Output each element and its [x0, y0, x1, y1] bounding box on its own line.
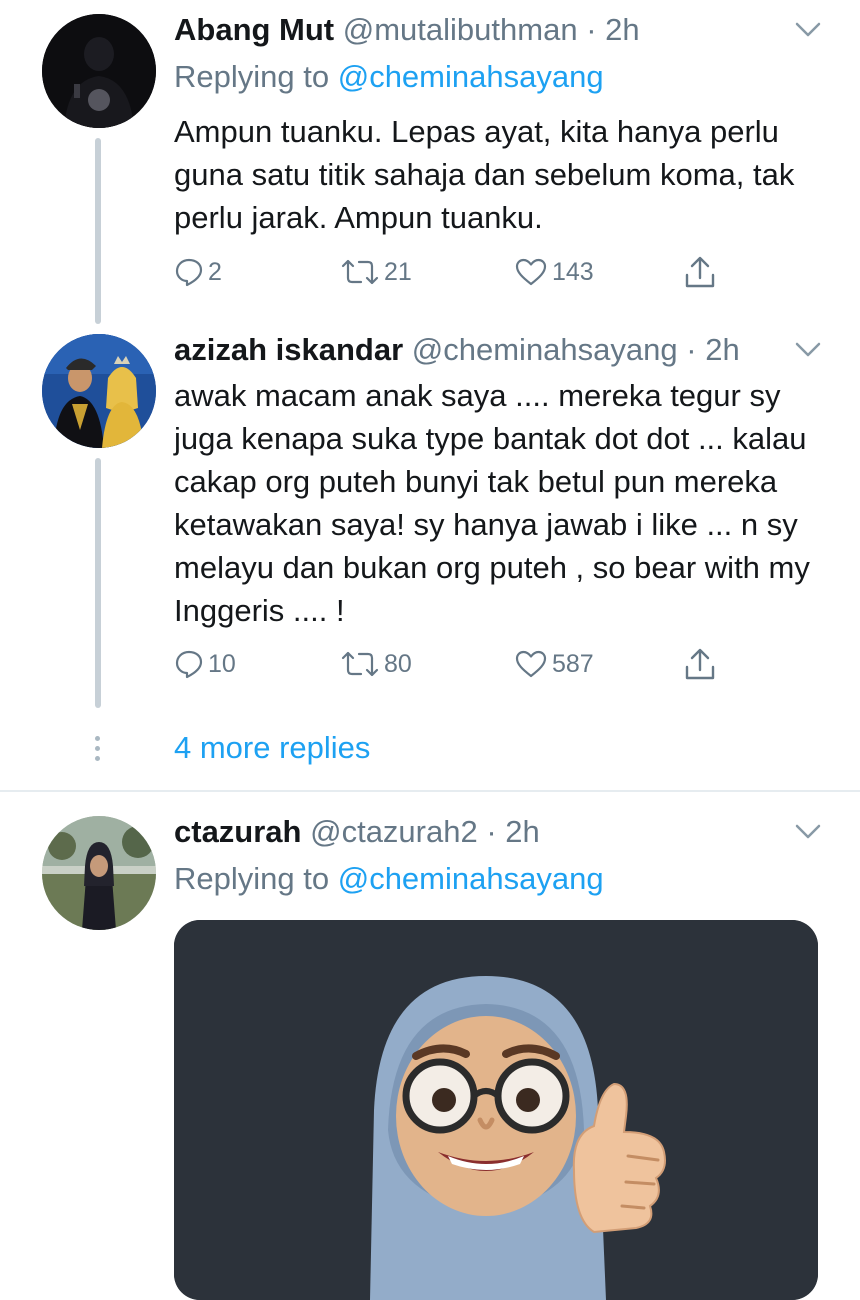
replying-to: Replying to @cheminahsayang	[174, 860, 604, 898]
replying-to-handle[interactable]: @cheminahsayang	[338, 861, 604, 896]
tweet-media-image[interactable]	[174, 920, 818, 1300]
retweet-count: 21	[384, 257, 412, 286]
handle[interactable]: @cheminahsayang	[412, 332, 678, 367]
share-icon	[685, 256, 715, 288]
retweet-button[interactable]: 21	[340, 252, 412, 292]
retweet-icon	[341, 651, 379, 677]
reply-count: 10	[208, 649, 236, 678]
thread-line	[95, 138, 101, 324]
tweet-text: Ampun tuanku. Lepas ayat, kita hanya per…	[174, 114, 795, 235]
chevron-down-icon[interactable]	[794, 822, 822, 842]
thread-dots	[95, 736, 101, 766]
timestamp[interactable]: · 2h	[686, 332, 739, 367]
reply-button[interactable]: 10	[174, 644, 236, 684]
display-name[interactable]: ctazurah	[174, 814, 301, 849]
like-count: 143	[552, 257, 594, 286]
memoji-thumbs-up-image	[174, 920, 818, 1300]
reply-button[interactable]: 2	[174, 252, 222, 292]
timestamp[interactable]: · 2h	[586, 12, 639, 47]
handle[interactable]: @ctazurah2	[310, 814, 478, 849]
share-icon	[685, 648, 715, 680]
tweet-header: Abang Mut @mutalibuthman · 2h	[174, 11, 640, 49]
share-button[interactable]	[682, 644, 718, 684]
tweet-header: azizah iskandar @cheminahsayang · 2h	[174, 331, 740, 369]
retweet-count: 80	[384, 649, 412, 678]
chevron-down-icon[interactable]	[794, 20, 822, 40]
like-button[interactable]: 143	[514, 252, 594, 292]
reply-count: 2	[208, 257, 222, 286]
retweet-icon	[341, 259, 379, 285]
chevron-down-icon[interactable]	[794, 340, 822, 360]
like-button[interactable]: 587	[514, 644, 594, 684]
display-name[interactable]: azizah iskandar	[174, 332, 403, 367]
tweet-header: ctazurah @ctazurah2 · 2h	[174, 813, 540, 851]
reply-icon	[175, 650, 203, 679]
display-name[interactable]: Abang Mut	[174, 12, 334, 47]
divider	[0, 790, 860, 792]
replying-to-label: Replying to	[174, 861, 330, 896]
avatar[interactable]	[42, 816, 156, 930]
like-icon	[515, 650, 547, 678]
handle[interactable]: @mutalibuthman	[343, 12, 578, 47]
retweet-button[interactable]: 80	[340, 644, 412, 684]
replying-to: Replying to @cheminahsayang	[174, 58, 604, 96]
tweet-actions: 2 21 143	[174, 252, 734, 292]
replying-to-handle[interactable]: @cheminahsayang	[338, 59, 604, 94]
like-icon	[515, 258, 547, 286]
avatar[interactable]	[42, 334, 156, 448]
avatar[interactable]	[42, 14, 156, 128]
timestamp[interactable]: · 2h	[486, 814, 539, 849]
like-count: 587	[552, 649, 594, 678]
replying-to-label: Replying to	[174, 59, 330, 94]
tweet-text: awak macam anak saya .... mereka tegur s…	[174, 378, 810, 628]
share-button[interactable]	[682, 252, 718, 292]
more-replies-link[interactable]: 4 more replies	[174, 729, 370, 767]
reply-icon	[175, 258, 203, 287]
thread-line	[95, 458, 101, 708]
tweet-actions: 10 80 587	[174, 644, 734, 684]
